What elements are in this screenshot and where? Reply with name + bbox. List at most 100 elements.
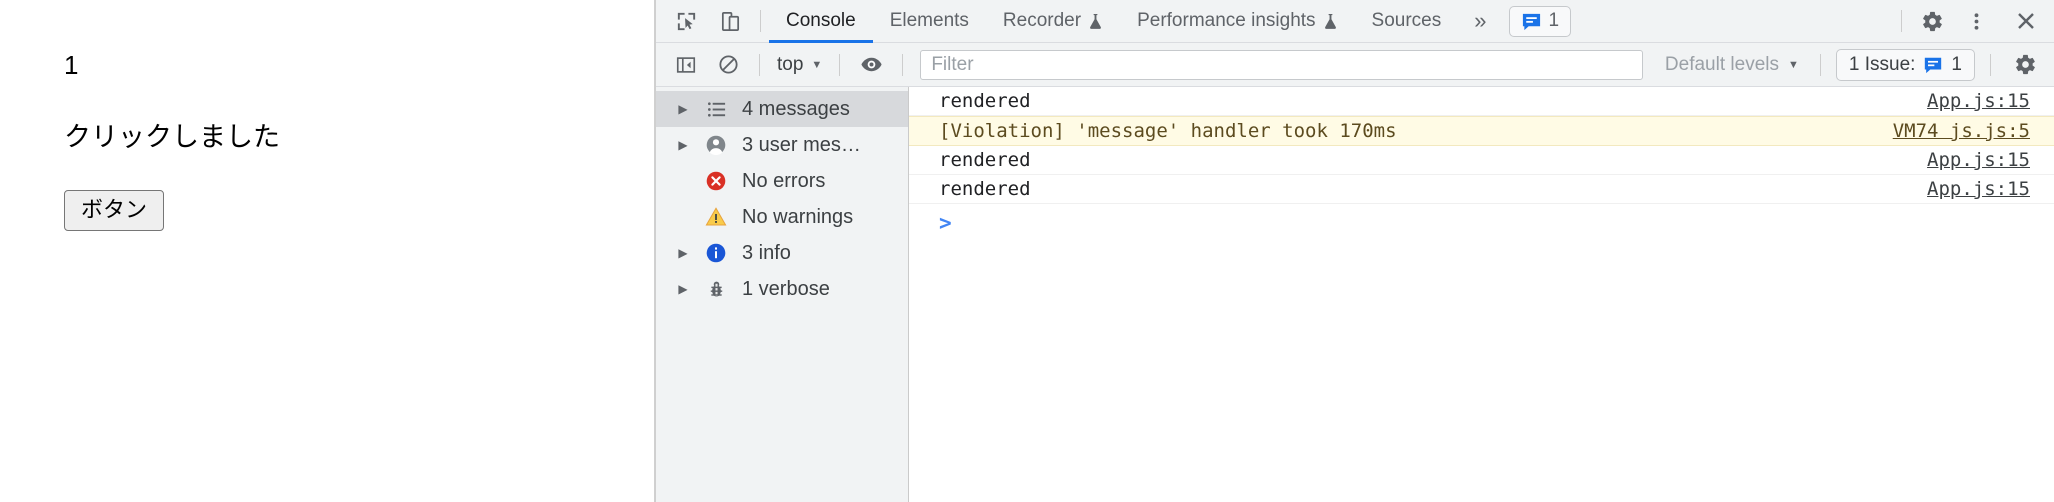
inspect-element-button[interactable] (664, 0, 708, 42)
tab-performance-insights[interactable]: Performance insights (1120, 0, 1354, 42)
console-prompt[interactable]: > (909, 204, 2054, 242)
tab-sources[interactable]: Sources (1355, 0, 1459, 42)
log-levels-selector[interactable]: Default levels ▼ (1655, 54, 1809, 76)
gear-icon (2014, 53, 2037, 76)
clear-console-icon (717, 53, 740, 76)
console-message-text: rendered (939, 90, 1031, 112)
sidebar-item-errors[interactable]: ▶ No errors (656, 163, 908, 199)
tab-label: Elements (889, 10, 969, 31)
console-message-source-link[interactable]: App.js:15 (1927, 178, 2030, 200)
chevron-right-icon[interactable]: ▶ (676, 282, 690, 296)
live-expression-button[interactable] (851, 47, 891, 83)
tab-label: Sources (1371, 10, 1442, 31)
issue-bubble-icon (1923, 55, 1943, 75)
prompt-chevron-icon: > (939, 211, 952, 235)
tabbar-divider (760, 10, 761, 32)
close-icon (2014, 9, 2038, 33)
sidebar-item-label: 3 user mes… (742, 133, 861, 156)
filterbar-divider (839, 53, 841, 76)
issues-badge-button[interactable]: 1 (1508, 5, 1572, 37)
devtools-panel: Console Elements Recorder Performance in… (655, 0, 2054, 502)
console-message-source-link[interactable]: App.js:15 (1927, 149, 2030, 171)
sidebar-item-label: No warnings (742, 205, 854, 228)
issues-counter-count: 1 (1951, 53, 1962, 75)
page-content: 1 クリックしました ボタン (0, 0, 654, 231)
console-message-text: rendered (939, 178, 1031, 200)
devtools-more-options-button[interactable] (1954, 0, 1998, 42)
error-icon (703, 170, 729, 192)
click-count-text: 1 (64, 50, 79, 80)
chevron-down-icon: ▼ (811, 58, 823, 71)
console-message-row[interactable]: [Violation] 'message' handler took 170ms… (909, 116, 2054, 146)
click-button[interactable]: ボタン (64, 189, 165, 231)
info-icon (703, 242, 729, 264)
tab-elements[interactable]: Elements (873, 0, 986, 42)
sidebar-item-messages[interactable]: ▶ 4 messages (656, 91, 908, 127)
list-icon (703, 99, 729, 120)
console-body: ▶ 4 messages ▶ 3 user mes… No errors No … (656, 87, 2054, 502)
execution-context-label: top (777, 53, 804, 75)
console-message-source-link[interactable]: App.js:15 (1927, 90, 2030, 112)
console-filter-input[interactable] (920, 49, 1643, 80)
tab-recorder[interactable]: Recorder (986, 0, 1120, 42)
warning-icon (703, 206, 729, 228)
gear-icon (1921, 10, 1944, 33)
tab-label: Recorder (1002, 10, 1082, 31)
console-message-text: [Violation] 'message' handler took 170ms (939, 120, 1397, 142)
devtools-settings-button[interactable] (1910, 0, 1954, 42)
tab-console[interactable]: Console (769, 0, 873, 43)
experiment-flask-icon (1088, 13, 1103, 30)
console-message-text: rendered (939, 149, 1031, 171)
chevron-right-icon[interactable]: ▶ (676, 102, 690, 116)
issues-count: 1 (1548, 10, 1560, 31)
console-settings-button[interactable] (2002, 47, 2048, 83)
chevron-right-icon[interactable]: ▶ (676, 246, 690, 260)
sidebar-item-info[interactable]: ▶ 3 info (656, 235, 908, 271)
filterbar-divider (902, 53, 904, 76)
console-message-row[interactable]: rendered App.js:15 (909, 146, 2054, 175)
device-toolbar-button[interactable] (708, 0, 752, 42)
sidebar-item-label: 3 info (742, 241, 791, 264)
console-message-row[interactable]: rendered App.js:15 (909, 175, 2054, 204)
issues-counter-button[interactable]: 1 Issue: 1 (1835, 48, 1975, 81)
sidebar-item-label: 4 messages (742, 97, 850, 120)
chevron-down-icon: ▼ (1787, 58, 1799, 71)
log-levels-label: Default levels (1664, 53, 1779, 75)
more-tabs-button[interactable]: » (1458, 0, 1502, 42)
sidebar-item-label: 1 verbose (742, 277, 830, 300)
kebab-menu-icon (1965, 10, 1988, 33)
sidebar-item-user-messages[interactable]: ▶ 3 user mes… (656, 127, 908, 163)
console-message-row[interactable]: rendered App.js:15 (909, 87, 2054, 116)
sidebar-item-verbose[interactable]: ▶ 1 verbose (656, 271, 908, 307)
browser-window: 1 クリックしました ボタン Console Elements Recorder… (0, 0, 2054, 502)
tabbar-divider (1901, 10, 1902, 32)
user-icon (703, 134, 729, 156)
console-sidebar-toggle-icon (675, 54, 697, 76)
console-message-source-link[interactable]: VM74 js.js:5 (1893, 120, 2030, 142)
console-sidebar-toggle-button[interactable] (666, 47, 706, 83)
web-page-viewport: 1 クリックしました ボタン (0, 0, 655, 502)
sidebar-item-label: No errors (742, 169, 826, 192)
console-sidebar: ▶ 4 messages ▶ 3 user mes… No errors No … (656, 87, 909, 502)
execution-context-selector[interactable]: top ▼ (771, 54, 828, 76)
filterbar-divider (1990, 53, 1991, 76)
chevron-right-icon[interactable]: ▶ (676, 138, 690, 152)
issues-counter-label: 1 Issue: (1848, 53, 1916, 75)
filterbar-divider (759, 53, 760, 76)
experiment-flask-icon (1323, 13, 1338, 30)
inspect-cursor-icon (675, 10, 698, 33)
filterbar-divider (1819, 53, 1821, 76)
devtools-tabbar: Console Elements Recorder Performance in… (656, 0, 2054, 43)
device-toolbar-icon (719, 10, 742, 33)
sidebar-item-warnings[interactable]: ▶ No warnings (656, 199, 908, 235)
console-message-list: rendered App.js:15 [Violation] 'message'… (909, 87, 2054, 502)
click-status-text: クリックしました (64, 122, 280, 153)
bug-icon (703, 279, 729, 300)
eye-icon (860, 53, 883, 76)
console-filter-toolbar: top ▼ Default levels ▼ (656, 43, 2054, 87)
tab-label: Performance insights (1137, 10, 1316, 31)
issue-bubble-icon (1521, 11, 1542, 32)
clear-console-button[interactable] (708, 47, 748, 83)
tab-label: Console (786, 10, 856, 31)
devtools-close-button[interactable] (1998, 0, 2054, 42)
